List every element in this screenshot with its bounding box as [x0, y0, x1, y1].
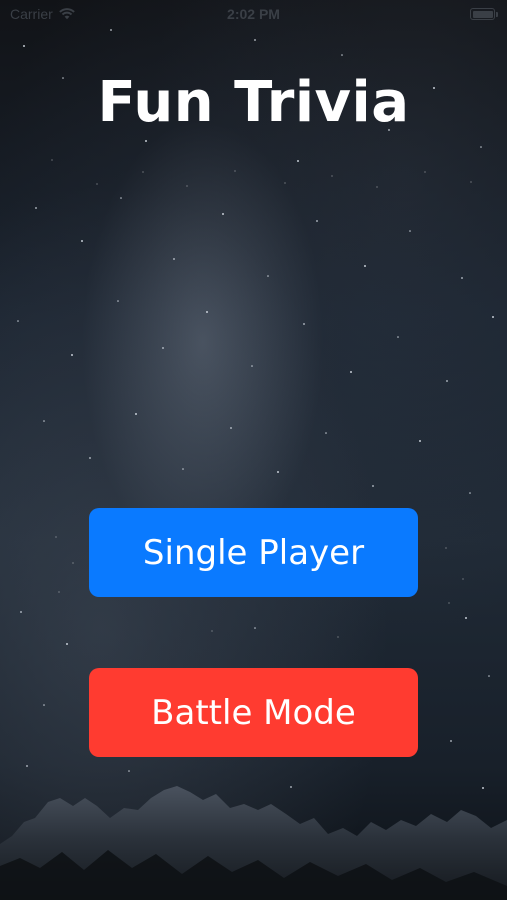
- battle-mode-button[interactable]: Battle Mode: [89, 668, 418, 757]
- mountain-silhouette: [0, 786, 507, 900]
- app-screen: Carrier 2:02 PM Fun Trivia Single Player…: [0, 0, 507, 900]
- status-time: 2:02 PM: [227, 6, 280, 22]
- single-player-button[interactable]: Single Player: [89, 508, 418, 597]
- page-title: Fun Trivia: [97, 70, 410, 135]
- battery-icon: [470, 8, 498, 20]
- battery-level: [472, 10, 493, 18]
- status-bar: Carrier 2:02 PM: [0, 0, 507, 28]
